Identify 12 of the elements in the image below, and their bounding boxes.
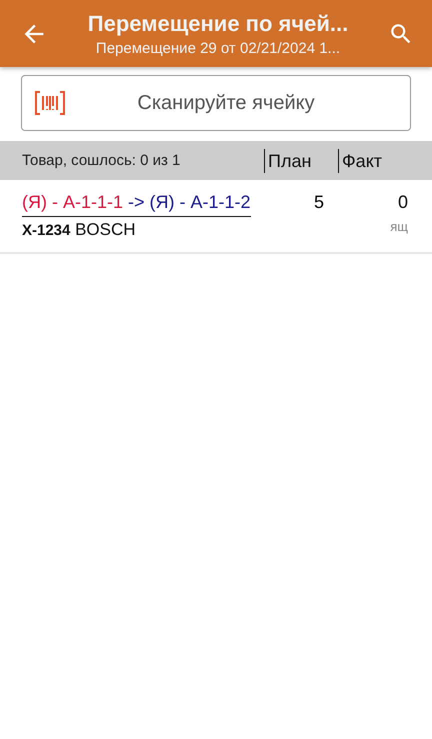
- screen-title: Перемещение по ячей...: [88, 10, 348, 36]
- column-header: Факт: [338, 148, 432, 172]
- scan-field[interactable]: Сканируйте ячейку: [21, 75, 411, 131]
- screen-subtitle: Перемещение 29 от 02/21/2024 1...: [96, 40, 340, 56]
- column-header: План: [264, 148, 338, 172]
- barcode-icon: [35, 91, 65, 115]
- column-header: Товар, сошлось: 0 из 1: [21, 152, 182, 169]
- plan-quantity: 5: [313, 192, 326, 213]
- product-name: X-1234 BOSCH: [22, 220, 137, 240]
- unit-label: ящ: [390, 219, 408, 234]
- fact-quantity: 0: [398, 192, 408, 213]
- cell-route: (Я) - А-1-1-1 -> (Я) - А-1-1-2: [22, 192, 251, 217]
